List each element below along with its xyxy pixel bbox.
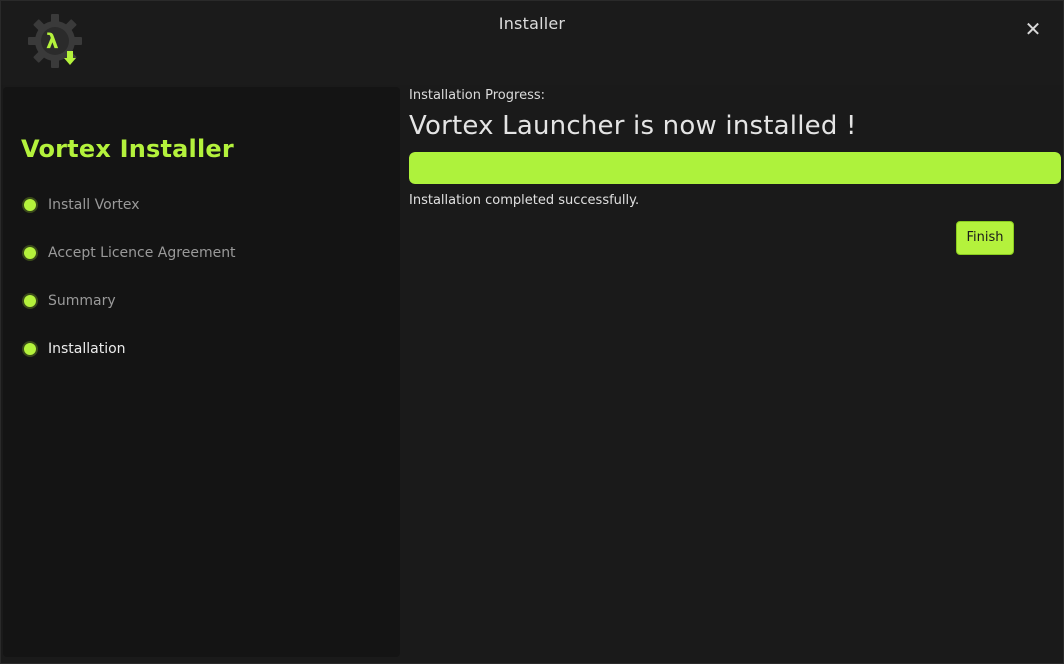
- step-dot-icon: [24, 343, 36, 355]
- progress-fill: [409, 152, 1061, 184]
- step-label: Installation: [48, 341, 126, 357]
- step-label: Summary: [48, 293, 116, 309]
- step-label: Install Vortex: [48, 197, 140, 213]
- step-install-vortex: Install Vortex: [21, 193, 236, 217]
- step-installation: Installation: [21, 337, 236, 361]
- finish-button[interactable]: Finish: [956, 221, 1014, 255]
- status-text: Installation completed successfully.: [409, 193, 640, 208]
- close-icon[interactable]: ✕: [1021, 17, 1045, 41]
- steps-list: Install Vortex Accept Licence Agreement …: [21, 193, 236, 385]
- headline: Vortex Launcher is now installed !: [409, 111, 857, 141]
- step-dot-icon: [24, 199, 36, 211]
- sidebar-title: Vortex Installer: [21, 135, 234, 163]
- window-title: Installer: [498, 14, 566, 33]
- steps-sidebar: Vortex Installer Install Vortex Accept L…: [3, 87, 400, 657]
- step-dot-icon: [24, 295, 36, 307]
- installer-window: λ Installer ✕ Vortex Installer Install V…: [0, 0, 1064, 664]
- progress-caption: Installation Progress:: [409, 88, 545, 103]
- title-bar: λ Installer ✕: [1, 1, 1063, 85]
- step-accept-licence: Accept Licence Agreement: [21, 241, 236, 265]
- step-summary: Summary: [21, 289, 236, 313]
- step-dot-icon: [24, 247, 36, 259]
- main-panel: Installation Progress: Vortex Launcher i…: [409, 87, 1063, 255]
- progress-bar: [409, 152, 1061, 184]
- step-label: Accept Licence Agreement: [48, 245, 236, 261]
